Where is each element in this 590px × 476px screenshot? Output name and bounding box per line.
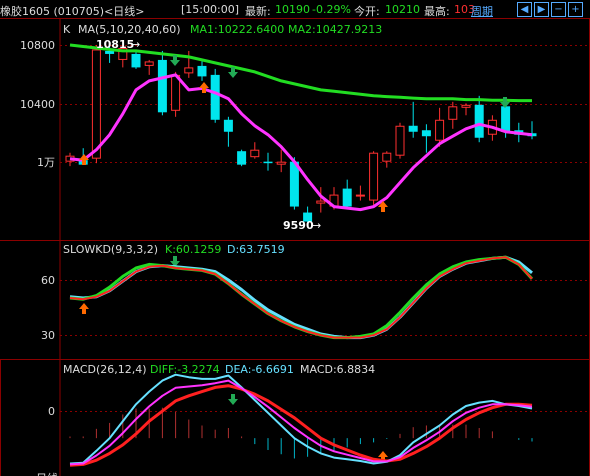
candle-body (316, 200, 326, 204)
kd-lines (69, 255, 534, 340)
candle-body (369, 152, 379, 201)
candle-body (342, 188, 352, 207)
candle-body (474, 104, 484, 138)
candle-body (355, 194, 365, 197)
ma-long-line (69, 43, 532, 103)
buy-arrow-icon (79, 303, 89, 314)
candle-body (421, 130, 431, 137)
low-annotation-arrow: → (312, 219, 321, 232)
candlestick-series (65, 42, 537, 227)
candle-body (91, 49, 101, 159)
y-tick-10000: 1万 (37, 156, 55, 169)
ma2-value: MA2:10427.9213 (288, 23, 382, 36)
main-indicator-label: K (63, 23, 71, 36)
candle-body (382, 152, 392, 162)
macd-y-tick-0: 0 (48, 405, 55, 418)
high-annotation-arrow: → (131, 38, 140, 51)
high-annotation: 10815 (96, 38, 134, 51)
candle-body (210, 74, 220, 120)
macd-lines (69, 373, 533, 467)
candle-body (461, 104, 471, 108)
bottom-period-label: 日线 (36, 471, 58, 476)
candle-body (408, 125, 418, 132)
candle-body (105, 50, 115, 54)
candle-body (144, 61, 154, 66)
macd-dea-value: DEA:-6.6691 (225, 363, 294, 376)
y-tick-10800: 10800 (20, 39, 55, 52)
candle-body (501, 106, 511, 132)
candle-body (184, 67, 194, 74)
kd-y-tick-30: 30 (41, 329, 55, 342)
kd-d-value: D:63.7519 (227, 243, 285, 256)
kd-y-tick-60: 60 (41, 274, 55, 287)
candle-body (237, 151, 247, 165)
moving-average-lines (69, 43, 533, 212)
macd-diff-line (69, 373, 533, 465)
y-tick-10400: 10400 (20, 98, 55, 111)
candle-body (131, 53, 141, 68)
candle-body (157, 59, 167, 113)
candle-body (448, 106, 458, 120)
candle-body (263, 161, 273, 164)
candle-body (223, 119, 233, 132)
ma-label: MA(5,10,20,40,60) (78, 23, 181, 36)
ma1-value: MA1:10222.6400 (190, 23, 284, 36)
low-annotation: 9590 (283, 219, 314, 232)
kd-label: SLOWKD(9,3,3,2) (63, 243, 158, 256)
sell-arrow-icon (228, 394, 238, 405)
ma-short-line (69, 73, 533, 212)
candle-body (435, 119, 445, 141)
macd-label: MACD(26,12,4) (63, 363, 147, 376)
chart-canvas: K MA(5,10,20,40,60) MA1:10222.6400 MA2:1… (0, 18, 590, 476)
candle-body (395, 125, 405, 156)
kd-d-line (69, 255, 533, 340)
candle-body (250, 149, 260, 158)
candle-body (276, 161, 286, 165)
candle-body (171, 74, 181, 111)
kd-k-value: K:60.1259 (165, 243, 221, 256)
signal-markers (79, 55, 510, 462)
candle-body (197, 65, 207, 77)
macd-diff-value: DIFF:-3.2274 (150, 363, 220, 376)
macd-value: MACD:6.8834 (300, 363, 375, 376)
macd-dea-line (69, 384, 533, 467)
